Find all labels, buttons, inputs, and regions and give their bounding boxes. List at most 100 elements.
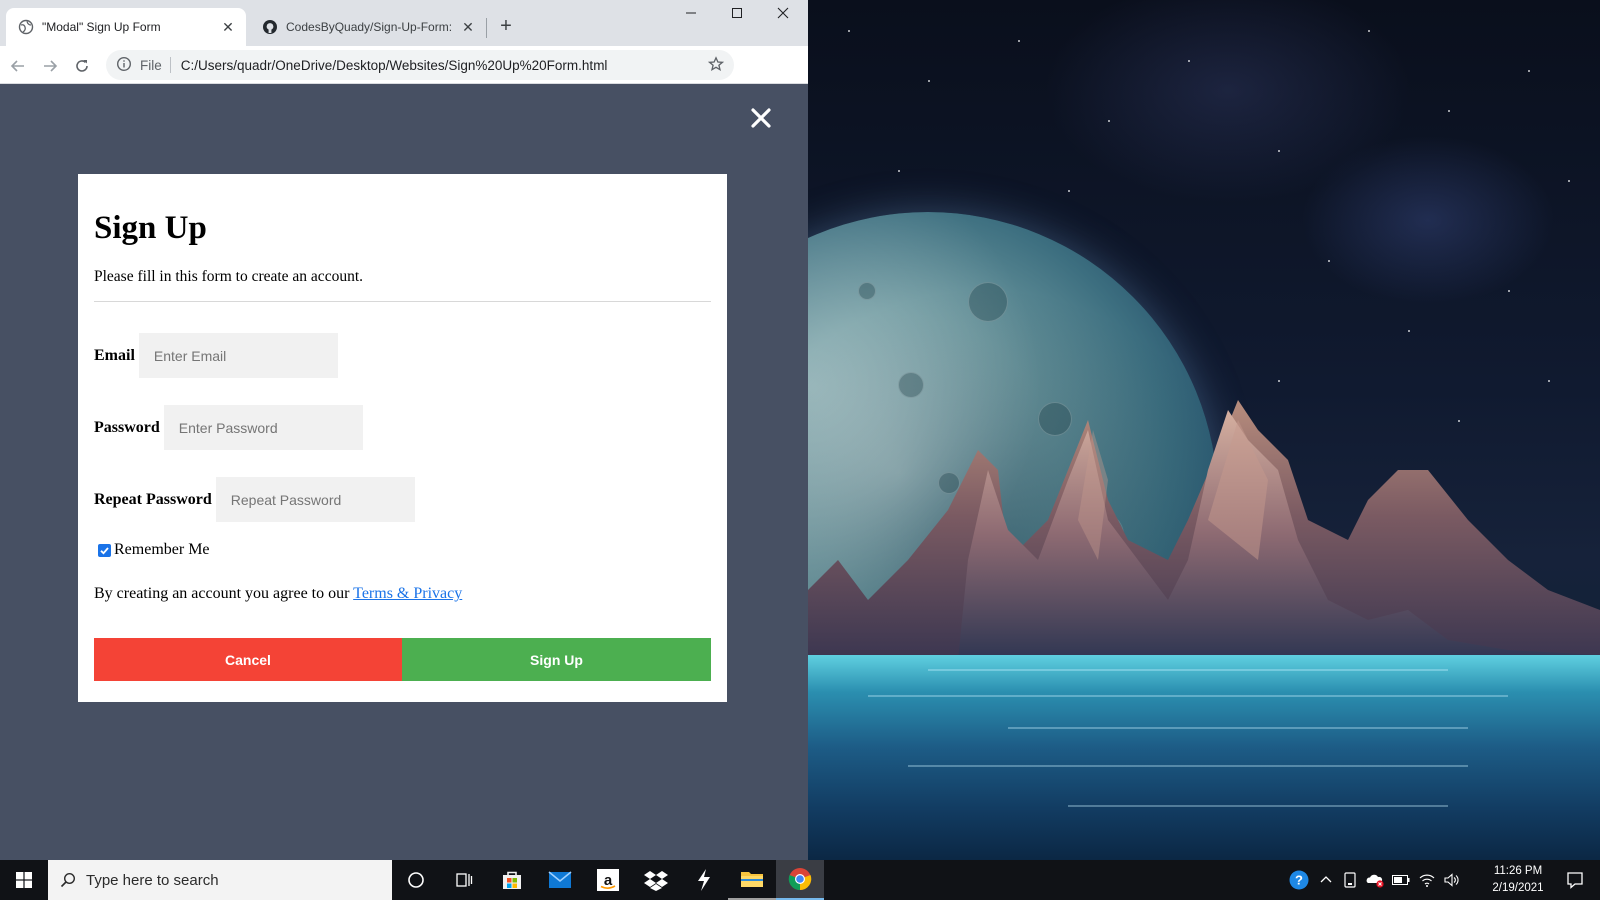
window-close-button[interactable] <box>760 6 806 30</box>
amazon-button[interactable]: a <box>584 860 632 900</box>
dropbox-button[interactable] <box>632 860 680 900</box>
email-field[interactable] <box>138 333 338 378</box>
address-divider <box>169 57 171 73</box>
help-button[interactable]: ? <box>1284 860 1314 900</box>
notification-icon <box>1567 872 1583 889</box>
repeat-password-label: Repeat Password <box>94 490 212 508</box>
meet-now-button[interactable] <box>1338 860 1362 900</box>
signup-button[interactable]: Sign Up <box>402 638 711 681</box>
cancel-button[interactable]: Cancel <box>94 638 402 681</box>
cortana-button[interactable] <box>392 860 440 900</box>
action-buttons: Cancel Sign Up <box>94 638 711 681</box>
mail-icon <box>548 871 572 888</box>
device-icon <box>1344 872 1356 888</box>
action-center-button[interactable] <box>1550 860 1600 900</box>
search-icon <box>60 872 76 888</box>
cortana-icon <box>408 872 424 888</box>
search-placeholder: Type here to search <box>86 871 219 889</box>
lake <box>808 655 1600 860</box>
browser-titlebar: "Modal" Sign Up Form ✕ CodesByQuady/Sign… <box>0 0 808 46</box>
terms-prefix: By creating an account you agree to our <box>94 585 354 602</box>
repeat-password-field[interactable] <box>215 477 415 522</box>
remember-me-label[interactable]: Remember Me <box>114 541 210 559</box>
file-explorer-button[interactable] <box>728 860 776 900</box>
dropbox-icon <box>644 871 668 891</box>
tab-title: CodesByQuady/Sign-Up-Form: A <box>286 20 452 34</box>
forward-button[interactable] <box>38 54 62 78</box>
password-label: Password <box>94 418 160 436</box>
reload-button[interactable] <box>70 54 94 78</box>
volume-icon <box>1444 873 1459 887</box>
email-row: Email <box>94 333 338 378</box>
reload-icon <box>76 60 88 72</box>
github-icon <box>262 19 278 35</box>
store-button[interactable] <box>488 860 536 900</box>
task-view-button[interactable] <box>440 860 488 900</box>
store-icon <box>503 871 521 889</box>
chrome-button[interactable] <box>776 860 824 900</box>
close-tab-icon[interactable]: ✕ <box>220 19 236 36</box>
terms-text: By creating an account you agree to our … <box>94 585 462 603</box>
browser-toolbar: File C:/Users/quadr/OneDrive/Desktop/Web… <box>0 46 808 121</box>
close-icon <box>751 108 771 128</box>
app-button[interactable] <box>680 860 728 900</box>
desktop-wallpaper <box>808 0 1600 860</box>
wifi-button[interactable] <box>1414 860 1440 900</box>
tab-separator <box>486 18 487 38</box>
star-icon[interactable] <box>707 55 725 75</box>
battery-button[interactable] <box>1388 860 1414 900</box>
checkmark-icon <box>100 546 109 555</box>
modal-title: Sign Up <box>94 210 207 246</box>
svg-text:?: ? <box>1295 873 1303 888</box>
remember-me-checkbox[interactable] <box>98 543 111 557</box>
password-field[interactable] <box>163 405 363 450</box>
clock-date: 2/19/2021 <box>1492 882 1544 894</box>
globe-icon <box>18 19 34 35</box>
svg-text:a: a <box>604 872 613 889</box>
show-hidden-icons-button[interactable] <box>1314 860 1338 900</box>
clock-time: 11:26 PM <box>1493 865 1543 877</box>
back-button[interactable] <box>6 54 30 78</box>
modal-close-button[interactable] <box>748 105 774 131</box>
mail-button[interactable] <box>536 860 584 900</box>
windows-logo-icon <box>16 872 32 888</box>
minimize-button[interactable] <box>668 6 714 30</box>
close-icon <box>777 7 789 19</box>
tab-title: "Modal" Sign Up Form <box>42 20 161 34</box>
task-view-icon <box>456 873 473 887</box>
wifi-icon <box>1419 874 1435 887</box>
address-bar[interactable]: File C:/Users/quadr/OneDrive/Desktop/Web… <box>106 50 734 80</box>
start-button[interactable] <box>0 860 48 900</box>
minimize-icon <box>686 12 696 14</box>
chevron-up-icon <box>1320 876 1332 883</box>
password-row: Password <box>94 405 363 450</box>
signup-modal: Sign Up Please fill in this form to crea… <box>78 174 727 702</box>
info-icon[interactable] <box>116 56 132 75</box>
new-tab-button[interactable]: + <box>494 14 518 38</box>
repeat-password-row: Repeat Password <box>94 477 415 522</box>
modal-subtitle: Please fill in this form to create an ac… <box>94 268 364 285</box>
arrow-left-icon <box>10 60 24 72</box>
clock[interactable]: 11:26 PM 2/19/2021 <box>1486 863 1550 897</box>
terms-privacy-link[interactable]: Terms & Privacy <box>353 585 462 602</box>
file-explorer-icon <box>741 872 763 887</box>
close-tab-icon[interactable]: ✕ <box>460 19 476 36</box>
taskbar-search-box[interactable]: Type here to search <box>48 860 392 900</box>
windows-taskbar: Type here to search a ? 11:26 PM 2/19/20… <box>0 860 1600 900</box>
browser-window: "Modal" Sign Up Form ✕ CodesByQuady/Sign… <box>0 0 808 860</box>
onedrive-status-button[interactable] <box>1362 860 1388 900</box>
onedrive-error-icon <box>1366 874 1384 888</box>
maximize-icon <box>732 8 742 18</box>
maximize-button[interactable] <box>714 6 760 30</box>
chrome-icon <box>788 868 812 891</box>
email-label: Email <box>94 346 135 364</box>
divider <box>94 301 711 302</box>
modal-overlay: Sign Up Please fill in this form to crea… <box>0 84 808 860</box>
url-text[interactable]: C:/Users/quadr/OneDrive/Desktop/Websites… <box>181 58 708 73</box>
help-icon: ? <box>1289 870 1309 890</box>
remember-me-row: Remember Me <box>94 541 210 559</box>
tab-signup-form[interactable]: "Modal" Sign Up Form ✕ <box>6 8 246 46</box>
scheme-label: File <box>140 57 162 73</box>
tab-github-repo[interactable]: CodesByQuady/Sign-Up-Form: A ✕ <box>250 8 486 46</box>
volume-button[interactable] <box>1440 860 1464 900</box>
